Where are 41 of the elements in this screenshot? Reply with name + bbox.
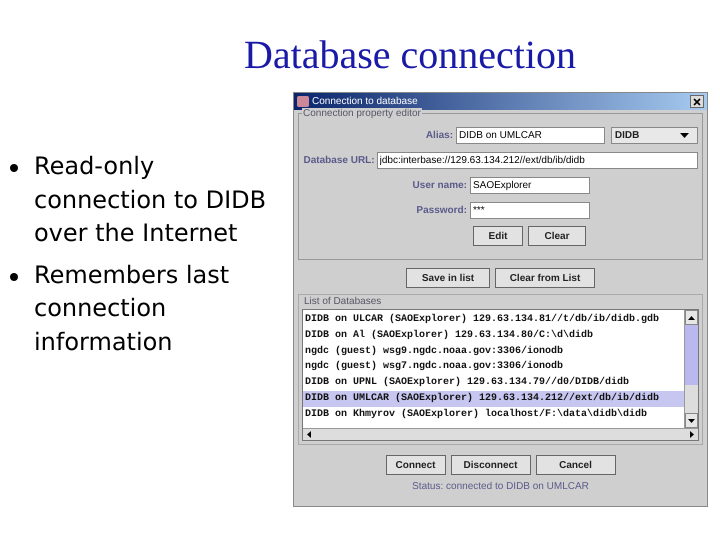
database-list-item[interactable]: ngdc (guest) wsg9.ngdc.noaa.gov:3306/ionodb	[303, 344, 684, 360]
dialog-button[interactable]: Disconnect	[450, 455, 530, 475]
bullet-text: Remembers last connection information	[34, 260, 230, 358]
field-label: Alias:	[424, 130, 454, 141]
url-field[interactable]: jdbc:interbase://129.63.134.212//ext/db/ib/didb	[376, 152, 698, 169]
horizontal-scrollbar[interactable]	[303, 428, 698, 440]
bullet-text: Read-only connection to DIDB over the Internet	[34, 151, 268, 249]
field-label: Password:	[415, 205, 468, 216]
username-field[interactable]: SAOExplorer	[470, 177, 590, 194]
database-list-item[interactable]: DIDB on Al (SAOExplorer) 129.63.134.80/C:\d\didb	[303, 328, 684, 344]
database-list-item[interactable]: DIDB on Khmyrov (SAOExplorer) localhost/F:\data\didb\didb	[303, 406, 684, 423]
vertical-scrollbar[interactable]	[684, 310, 698, 428]
panel-legend: Connection property editor	[302, 108, 422, 119]
slide-title: Database connection	[242, 31, 576, 79]
down-arrow-icon	[688, 418, 695, 422]
dialog-button[interactable]: Clear from List	[495, 268, 595, 288]
dialog-button[interactable]: Cancel	[536, 455, 616, 475]
status-text: Status: connected to DIDB on UMLCAR	[411, 481, 590, 492]
close-button[interactable]	[690, 95, 704, 108]
database-list-item[interactable]: DIDB on UMLCAR (SAOExplorer) 129.63.134.212//ext/db/ib/didb	[303, 390, 684, 407]
panel-legend: List of Databases	[304, 296, 382, 307]
database-list-item[interactable]: DIDB on ULCAR (SAOExplorer) 129.63.134.81//t/db/ib/didb.gdb	[303, 312, 684, 328]
left-arrow-icon	[307, 431, 311, 438]
window-title: Connection to database	[312, 96, 419, 107]
field-label: User name:	[412, 180, 468, 191]
dialog-button[interactable]: Edit	[473, 226, 523, 246]
dialog-button[interactable]: Clear	[528, 226, 586, 246]
alias-field[interactable]: DIDB on UMLCAR	[456, 127, 605, 144]
database-list-item[interactable]: DIDB on UPNL (SAOExplorer) 129.63.134.79//d0/DIDB/didb	[303, 375, 684, 391]
bullet-icon	[10, 272, 18, 280]
right-arrow-icon	[690, 431, 694, 438]
dialog-button[interactable]: Connect	[386, 455, 446, 475]
close-icon	[693, 98, 701, 106]
dialog-button[interactable]: Save in list	[406, 268, 490, 288]
database-list-item[interactable]: ngdc (guest) wsg7.ngdc.noaa.gov:3306/ionodb	[303, 359, 684, 376]
password-field[interactable]: ***	[470, 202, 590, 219]
type-dropdown[interactable]: DIDB	[610, 127, 698, 144]
up-arrow-icon	[688, 316, 695, 320]
field-label: Database URL:	[303, 155, 376, 166]
bullet-icon	[10, 164, 18, 172]
app-icon	[297, 96, 309, 107]
